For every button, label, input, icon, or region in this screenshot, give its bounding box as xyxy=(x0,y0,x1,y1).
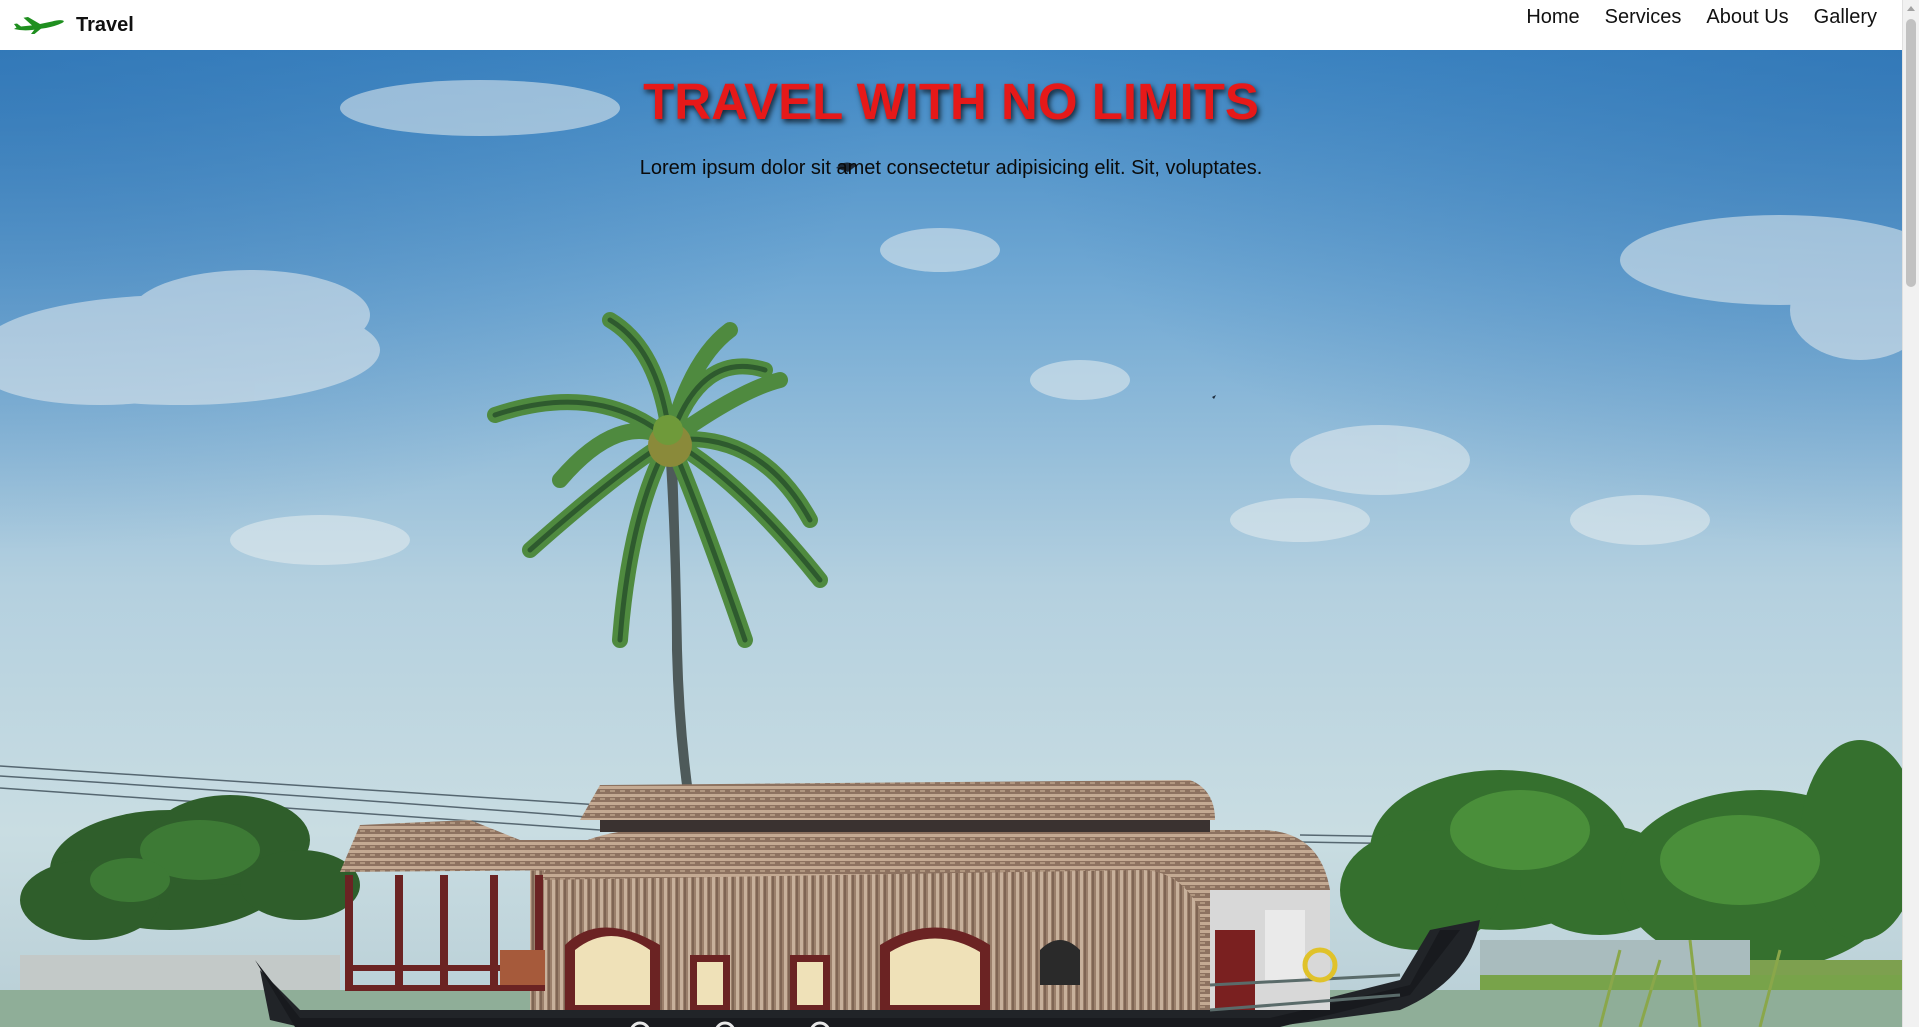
hero-subtitle: Lorem ipsum dolor sit amet consectetur a… xyxy=(639,157,1263,179)
scroll-thumb[interactable] xyxy=(1906,19,1916,287)
nav-gallery[interactable]: Gallery xyxy=(1814,5,1877,29)
main-nav: Home Services About Us Gallery xyxy=(1526,5,1877,29)
airplane-icon xyxy=(14,17,64,34)
hero-section: TRAVEL WITH NO LIMITS Lorem ipsum dolor … xyxy=(0,50,1902,1027)
page-scrollbar[interactable] xyxy=(1902,0,1919,1027)
nav-home[interactable]: Home xyxy=(1526,5,1579,29)
hero-background-image xyxy=(0,50,1902,1027)
brand-logo[interactable]: Travel xyxy=(12,12,134,38)
scroll-up-arrow-icon[interactable] xyxy=(1907,6,1915,11)
nav-services[interactable]: Services xyxy=(1605,5,1682,29)
page: Travel Home Services About Us Gallery TR… xyxy=(0,0,1919,1027)
brand-name: Travel xyxy=(76,13,134,36)
nav-about-us[interactable]: About Us xyxy=(1706,5,1788,29)
navbar: Travel Home Services About Us Gallery xyxy=(0,0,1902,50)
hero-title: TRAVEL WITH NO LIMITS xyxy=(643,73,1259,130)
